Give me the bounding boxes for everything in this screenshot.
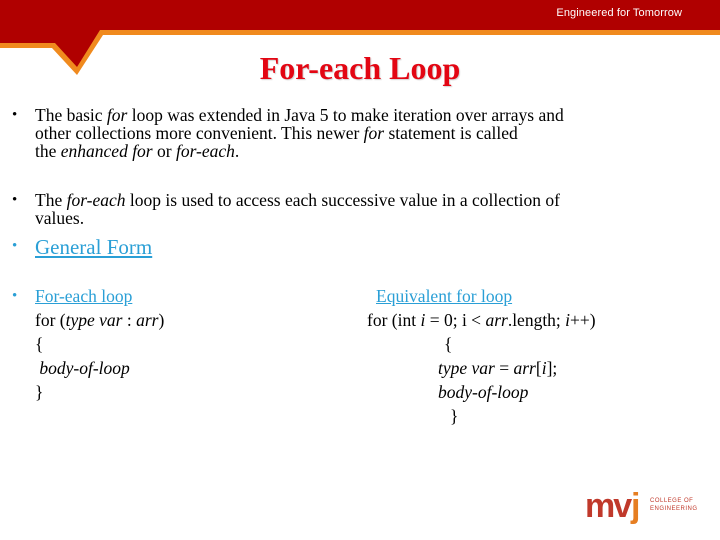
code-text: } <box>35 382 44 402</box>
code-italic: type var <box>65 310 123 330</box>
code-line: body-of-loop <box>438 383 528 401</box>
italic-term: for <box>106 105 128 125</box>
text-run: values. <box>35 208 85 228</box>
logo-text: COLLEGE OF ENGINEERING <box>650 497 698 513</box>
bullet-line: The for-each loop is used to access each… <box>35 191 560 209</box>
bullet-text: The for-each loop is used to access each… <box>35 191 560 227</box>
text-run: or <box>152 141 176 161</box>
code-line: body-of-loop <box>35 358 130 378</box>
bullet-line: The basic for loop was extended in Java … <box>35 106 564 124</box>
code-text: : <box>122 310 137 330</box>
text-run: The <box>35 190 67 210</box>
text-run: other collections more convenient. This … <box>35 123 364 143</box>
bullet-line: other collections more convenient. This … <box>35 124 564 142</box>
text-run: loop was extended in Java 5 to make iter… <box>127 105 564 125</box>
text-run: the <box>35 141 61 161</box>
logo-mark-j: j <box>631 487 641 525</box>
text-run: loop is used to access each successive v… <box>125 190 560 210</box>
code-italic: arr <box>136 310 159 330</box>
italic-term: for-each <box>66 190 126 210</box>
code-text: } <box>450 406 459 426</box>
bullet-line: values. <box>35 209 560 227</box>
text-run: statement is called <box>384 123 518 143</box>
bullet-dot: • <box>12 107 18 123</box>
code-line: for (int i = 0; i < arr.length; i++) <box>367 311 596 329</box>
code-text: { <box>444 334 453 354</box>
logo-line1: COLLEGE OF <box>650 498 694 504</box>
bullet-dot: • <box>12 238 18 254</box>
code-italic: arr <box>485 310 508 330</box>
bullet-line: the enhanced for or for-each. <box>35 142 564 160</box>
text-run: The basic <box>35 105 107 125</box>
code-text: ]; <box>546 358 558 378</box>
code-text: = 0; i < <box>425 310 486 330</box>
code-italic: body-of-loop <box>438 382 529 402</box>
logo-line2: ENGINEERING <box>650 506 698 512</box>
code-text: for ( <box>35 310 66 330</box>
code-text: { <box>35 334 44 354</box>
foreach-loop-link[interactable]: For-each loop <box>35 287 132 305</box>
general-form-link[interactable]: General Form <box>35 235 152 259</box>
code-text: = <box>494 358 514 378</box>
italic-term: for <box>363 123 385 143</box>
equivalent-for-loop-link[interactable]: Equivalent for loop <box>376 287 512 305</box>
slide-title: For-each Loop <box>259 50 461 86</box>
header-tagline: Engineered for Tomorrow <box>556 7 682 19</box>
code-italic: body-of-loop <box>39 358 130 378</box>
code-text: ++) <box>570 310 596 330</box>
code-line: } <box>35 383 43 401</box>
italic-term: enhanced for <box>60 141 153 161</box>
code-italic: arr <box>513 358 536 378</box>
logo-mark-mv: mv <box>585 487 632 525</box>
code-line: type var = arr[i]; <box>438 359 557 377</box>
college-logo: mv j COLLEGE OF ENGINEERING <box>585 487 698 528</box>
bullet-dot: • <box>12 288 18 304</box>
bullet-text: The basic for loop was extended in Java … <box>35 106 564 160</box>
code-italic: type var <box>438 358 495 378</box>
text-run: . <box>234 141 240 161</box>
code-line: { <box>444 335 452 353</box>
bullet-dot: • <box>12 192 18 208</box>
code-line: } <box>450 407 458 425</box>
code-text: .length; <box>507 310 566 330</box>
code-line: { <box>35 335 43 353</box>
code-line: for (type var : arr) <box>35 311 164 329</box>
italic-term: for-each <box>175 141 235 161</box>
code-text: ) <box>158 310 165 330</box>
code-text: for (int <box>367 310 421 330</box>
